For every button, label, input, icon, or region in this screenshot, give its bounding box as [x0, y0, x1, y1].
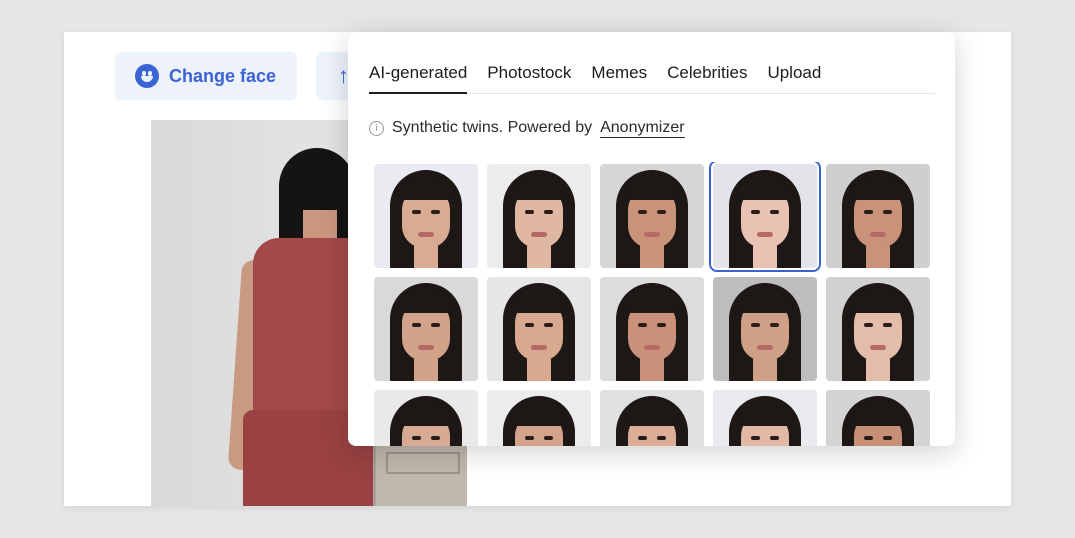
change-face-label: Change face — [169, 65, 277, 86]
face-option[interactable] — [826, 390, 930, 446]
tab-upload[interactable]: Upload — [767, 60, 821, 94]
face-option[interactable] — [600, 277, 704, 381]
face-option[interactable] — [600, 390, 704, 446]
face-option[interactable] — [713, 390, 817, 446]
smiley-face-icon — [135, 64, 159, 88]
face-option[interactable] — [600, 164, 704, 268]
face-option[interactable] — [374, 390, 478, 446]
tab-photostock[interactable]: Photostock — [487, 60, 571, 94]
info-text: Synthetic twins. Powered by — [392, 119, 593, 136]
tab-memes[interactable]: Memes — [591, 60, 647, 94]
face-option[interactable] — [487, 390, 591, 446]
face-option[interactable] — [374, 277, 478, 381]
face-option[interactable] — [487, 277, 591, 381]
tab-celebrities[interactable]: Celebrities — [667, 60, 747, 94]
tab-ai-generated[interactable]: AI-generated — [369, 60, 468, 94]
face-picker-popover: AI-generated Photostock Memes Celebrities Up… — [348, 32, 955, 446]
face-source-tabs: AI-generated Photostock Memes Celebrities Up… — [369, 60, 935, 94]
face-grid — [374, 162, 932, 446]
face-option[interactable] — [826, 164, 930, 268]
anonymizer-link[interactable]: Anonymizer — [600, 119, 685, 138]
face-option[interactable] — [713, 277, 817, 381]
info-icon: i — [369, 120, 384, 136]
face-option[interactable] — [487, 164, 591, 268]
face-option[interactable] — [709, 162, 821, 272]
face-option[interactable] — [374, 164, 478, 268]
change-face-button[interactable]: Change face — [115, 52, 297, 100]
info-line: i Synthetic twins. Powered by Anonymizer — [369, 116, 685, 140]
face-option[interactable] — [826, 277, 930, 381]
